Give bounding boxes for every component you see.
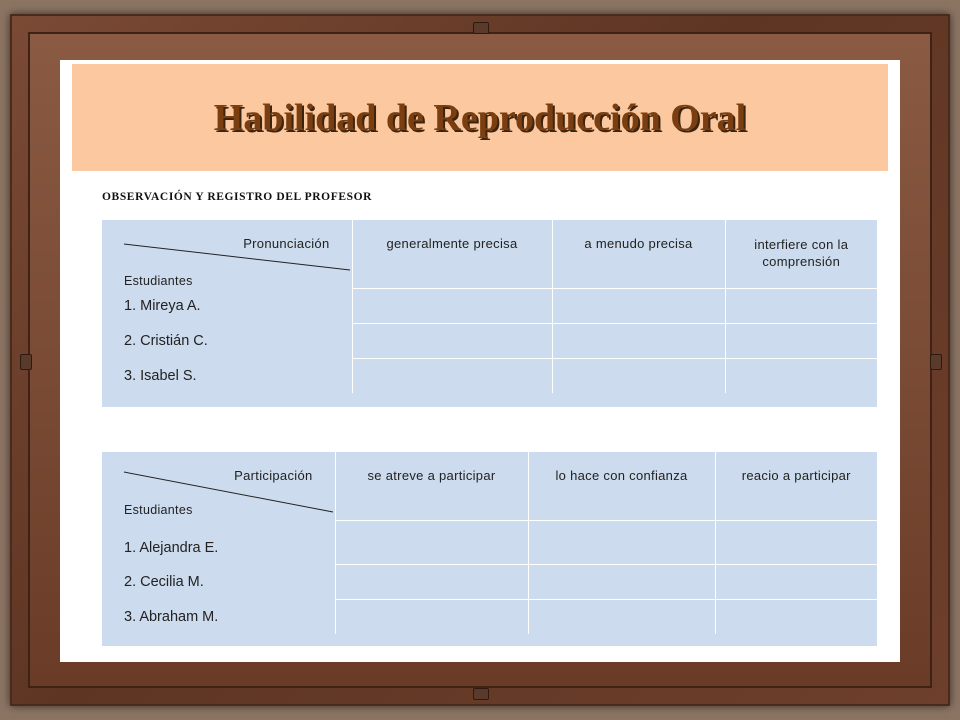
frame-stud-top: [473, 22, 489, 34]
slide-title: Habilidad de Reproducción Oral: [213, 96, 747, 139]
slide: Habilidad de Reproducción Oral OBSERVACI…: [60, 60, 900, 662]
student-name: 2. Cecilia M.: [124, 574, 204, 590]
table-row: 1. Mireya A.: [102, 288, 877, 324]
rating-cell[interactable]: [528, 599, 716, 634]
rating-cell[interactable]: [715, 599, 877, 634]
rating-cell[interactable]: [725, 288, 877, 324]
table-row: 3. Isabel S.: [102, 358, 877, 393]
student-name: 3. Isabel S.: [124, 367, 197, 384]
table-row: 2. Cecilia M.: [102, 564, 877, 600]
table-row: 1. Alejandra E.: [102, 520, 877, 565]
student-name: 3. Abraham M.: [124, 608, 219, 625]
rating-cell[interactable]: [552, 358, 726, 393]
rating-cell[interactable]: [334, 599, 529, 634]
rating-cell[interactable]: [351, 323, 553, 359]
rating-cell[interactable]: [725, 323, 877, 359]
column-header: reacio a participar: [741, 468, 851, 483]
frame-stud-left: [20, 354, 32, 370]
frame-stud-bottom: [473, 688, 489, 700]
column-header: a menudo precisa: [552, 220, 726, 289]
rating-cell[interactable]: [351, 288, 553, 324]
rating-cell[interactable]: [528, 564, 716, 600]
table-row: 2. Cristián C.: [102, 323, 877, 359]
column-header: interfiere con la comprensión: [754, 237, 849, 269]
rating-cell[interactable]: [528, 520, 716, 565]
table-row: 3. Abraham M.: [102, 599, 877, 634]
rating-cell[interactable]: [715, 564, 877, 600]
student-name: 2. Cristián C.: [124, 333, 208, 349]
criterion-label: Pronunciación: [243, 236, 330, 251]
rating-cell[interactable]: [715, 520, 877, 565]
pronunciation-table: Pronunciación Estudiantes generalmente p…: [102, 220, 877, 407]
rating-cell[interactable]: [334, 564, 529, 600]
students-label: Estudiantes: [124, 502, 193, 517]
column-header: se atreve a participar: [335, 452, 529, 521]
students-label: Estudiantes: [124, 273, 193, 288]
participation-table: Participación Estudiantes se atreve a pa…: [102, 452, 877, 646]
diagonal-header-cell: Participación Estudiantes: [102, 452, 336, 521]
title-band: Habilidad de Reproducción Oral: [72, 64, 888, 171]
student-name: 1. Alejandra E.: [124, 539, 219, 556]
column-header: generalmente precisa: [352, 220, 553, 289]
rating-cell[interactable]: [552, 323, 726, 359]
rating-cell[interactable]: [334, 520, 529, 565]
section-label: OBSERVACIÓN Y REGISTRO DEL PROFESOR: [102, 191, 373, 203]
diagonal-header-cell: Pronunciación Estudiantes: [102, 220, 353, 289]
criterion-label: Participación: [234, 468, 313, 483]
rating-cell[interactable]: [351, 358, 553, 393]
rating-cell[interactable]: [725, 358, 877, 393]
rating-cell[interactable]: [552, 288, 726, 324]
frame-stud-right: [930, 354, 942, 370]
column-header: lo hace con confianza: [528, 452, 716, 521]
student-name: 1. Mireya A.: [124, 298, 201, 314]
